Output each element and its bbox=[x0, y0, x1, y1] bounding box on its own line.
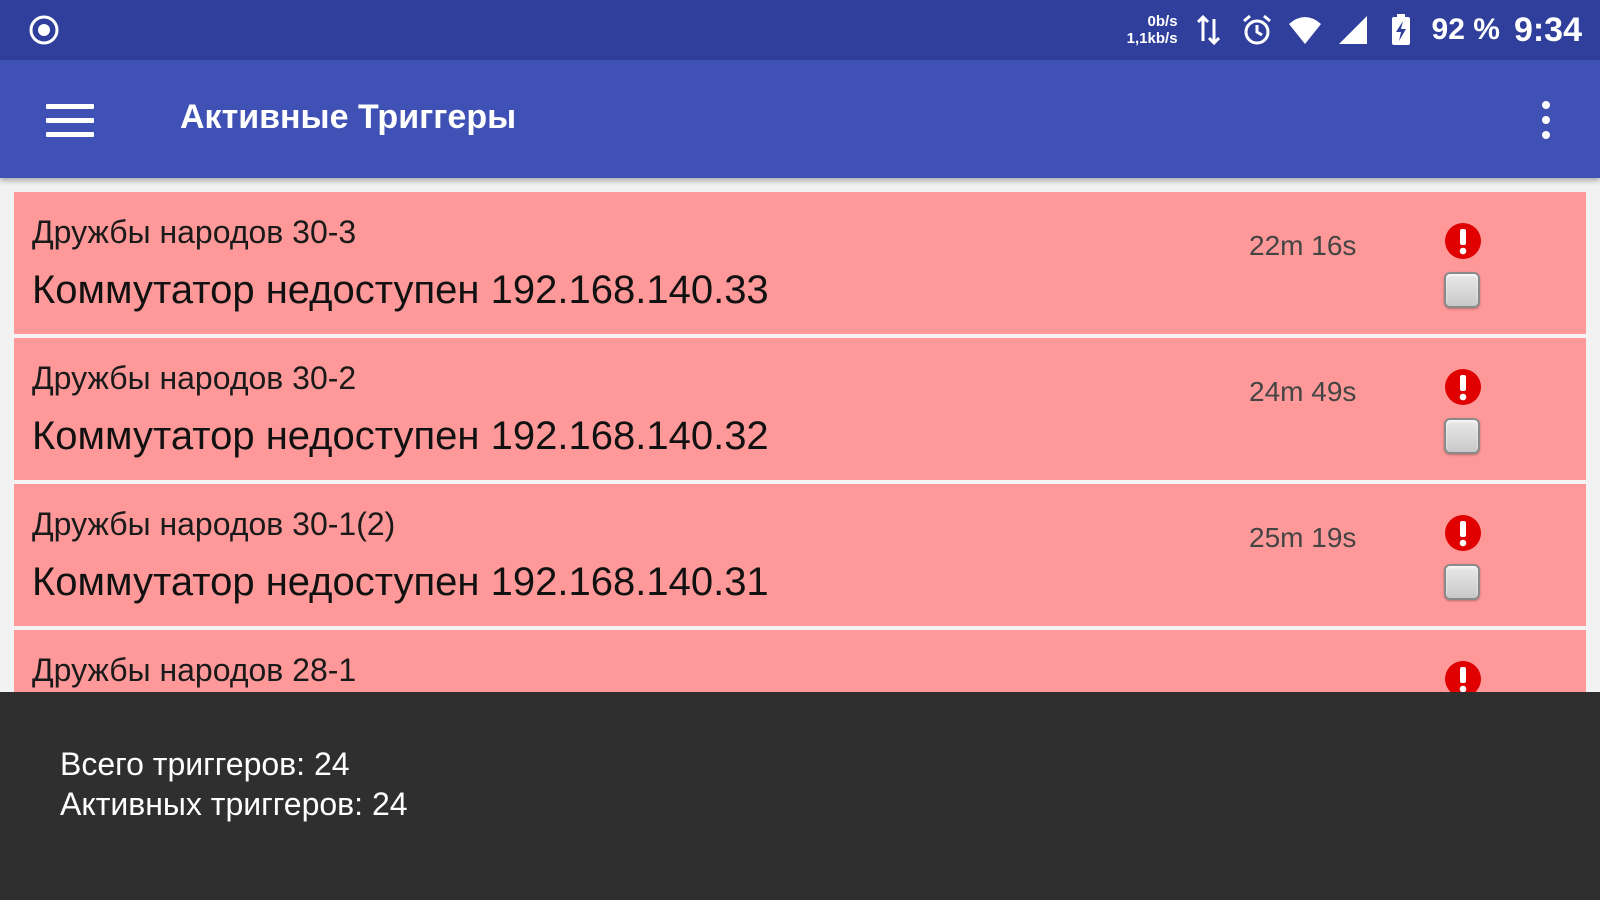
signal-icon bbox=[1338, 16, 1367, 44]
acknowledge-checkbox[interactable] bbox=[1444, 272, 1480, 308]
more-vert-icon[interactable] bbox=[1526, 90, 1566, 150]
page-title: Активные Триггеры bbox=[180, 98, 517, 136]
summary-panel: Всего триггеров: 24 Активных триггеров: … bbox=[0, 692, 1600, 900]
alarm-icon bbox=[1242, 14, 1271, 45]
exclamation-icon bbox=[1445, 515, 1481, 551]
acknowledge-checkbox[interactable] bbox=[1444, 418, 1480, 454]
battery-percent: 92 % bbox=[1431, 13, 1500, 46]
exclamation-icon bbox=[1445, 369, 1481, 405]
exclamation-icon bbox=[1445, 223, 1481, 259]
net-down-speed: 0b/s bbox=[1147, 13, 1178, 30]
trigger-host: Дружбы народов 28-1 bbox=[32, 652, 357, 688]
trigger-age: 24m 49s bbox=[1249, 376, 1357, 407]
active-triggers-label: Активных триггеров: 24 bbox=[60, 786, 408, 822]
trigger-item[interactable]: Дружбы народов 30-1(2) Коммутатор недост… bbox=[14, 484, 1586, 630]
data-transfer-icon bbox=[1196, 14, 1220, 46]
trigger-description: Коммутатор недоступен 192.168.140.32 bbox=[32, 414, 769, 458]
clock: 9:34 bbox=[1513, 10, 1582, 49]
status-bar: 0b/s 1,1kb/s 92 % 9:34 bbox=[0, 0, 1600, 60]
battery-charging-icon bbox=[1391, 14, 1410, 45]
trigger-description: Коммутатор недоступен 192.168.140.33 bbox=[32, 268, 769, 312]
trigger-age: 22m 16s bbox=[1249, 230, 1357, 261]
trigger-host: Дружбы народов 30-2 bbox=[32, 360, 357, 396]
trigger-item[interactable]: Дружбы народов 30-2 Коммутатор недоступе… bbox=[14, 338, 1586, 484]
net-up-speed: 1,1kb/s bbox=[1126, 30, 1178, 47]
trigger-description: Коммутатор недоступен 192.168.140.31 bbox=[32, 560, 769, 604]
total-triggers-label: Всего триггеров: 24 bbox=[60, 746, 350, 782]
trigger-host: Дружбы народов 30-3 bbox=[32, 214, 357, 250]
status-icons: 0b/s 1,1kb/s 92 % 9:34 bbox=[1127, 0, 1582, 60]
exclamation-icon bbox=[1445, 661, 1481, 692]
acknowledge-checkbox[interactable] bbox=[1444, 564, 1480, 600]
trigger-item[interactable]: Дружбы народов 30-3 Коммутатор недоступе… bbox=[14, 192, 1586, 338]
hamburger-menu-icon[interactable] bbox=[36, 90, 106, 150]
app-bar: Активные Триггеры bbox=[0, 60, 1600, 178]
trigger-age: 25m 19s bbox=[1249, 522, 1357, 553]
trigger-list[interactable]: Дружбы народов 30-3 Коммутатор недоступе… bbox=[14, 192, 1586, 692]
trigger-host: Дружбы народов 30-1(2) bbox=[32, 506, 396, 542]
network-speed: 0b/s 1,1kb/s bbox=[1127, 13, 1178, 47]
record-icon bbox=[29, 15, 59, 45]
wifi-icon bbox=[1288, 17, 1321, 44]
trigger-item[interactable]: Дружбы народов 28-1 bbox=[14, 630, 1586, 692]
